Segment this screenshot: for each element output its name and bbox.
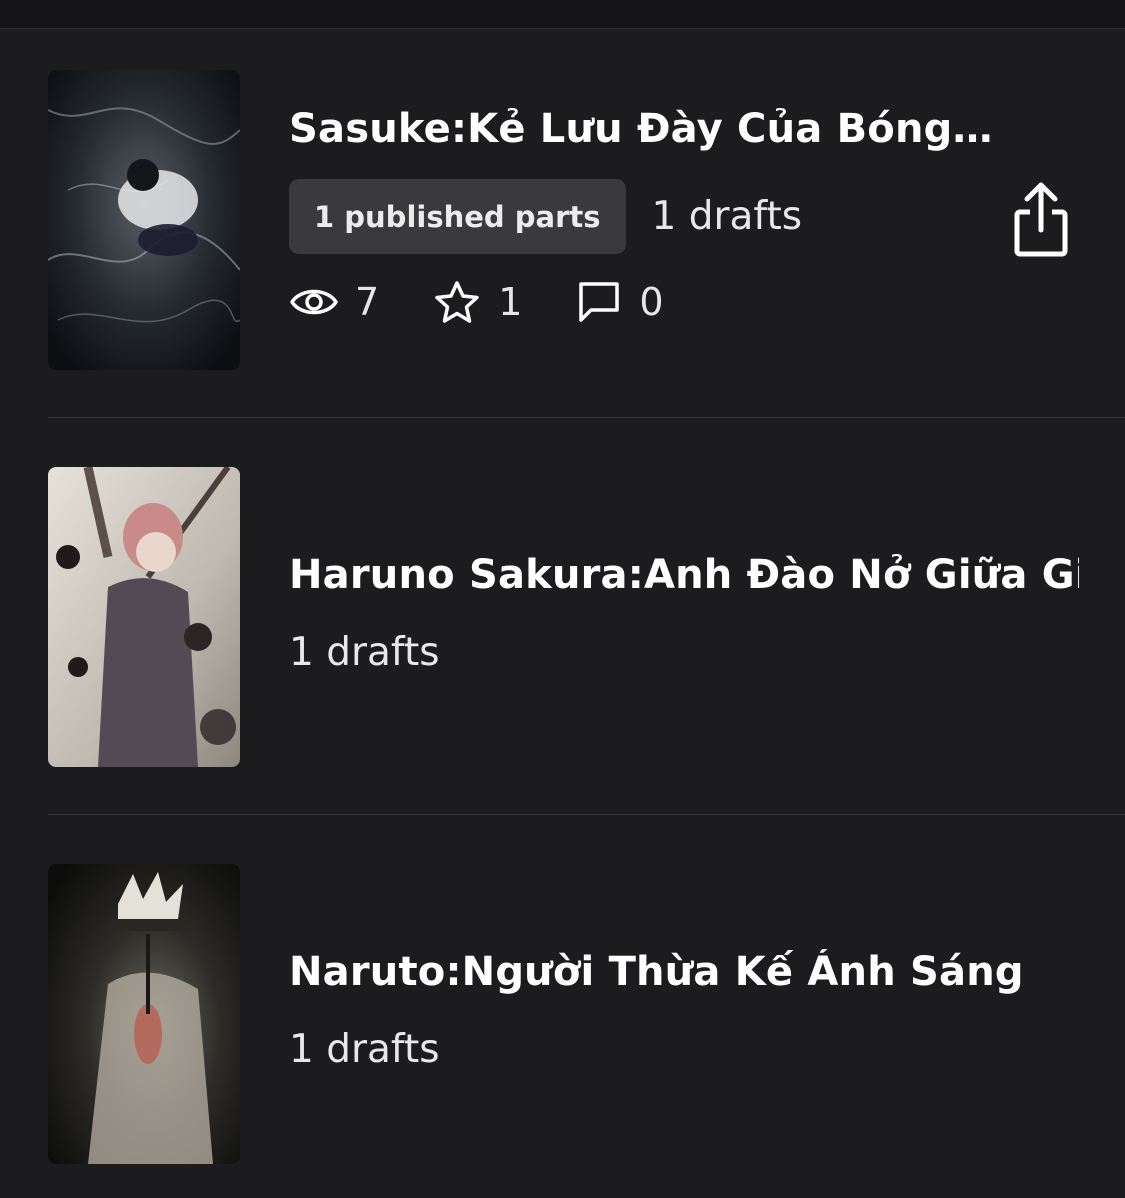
cover-image-naruto-back <box>48 864 240 1164</box>
comment-icon <box>579 282 620 322</box>
published-parts-badge: 1 published parts <box>289 179 626 254</box>
star-icon <box>435 281 479 323</box>
story-title[interactable]: Sasuke:Kẻ Lưu Đày Của Bóng… <box>289 106 1079 152</box>
comments-stat: 0 <box>577 280 664 324</box>
votes-count: 1 <box>498 280 523 324</box>
votes-stat: 1 <box>434 280 522 324</box>
divider <box>48 417 1125 418</box>
parts-row: 1 drafts <box>289 630 440 675</box>
story-cover-sakura[interactable] <box>48 467 240 767</box>
cover-image-dark-storm <box>48 70 240 370</box>
drafts-count: 1 drafts <box>651 194 803 239</box>
drafts-count: 1 drafts <box>289 1027 440 1072</box>
comments-count: 0 <box>639 280 664 324</box>
divider <box>48 814 1125 815</box>
story-title[interactable]: Naruto:Người Thừa Kế Ánh Sáng <box>289 949 1079 995</box>
views-stat: 7 <box>289 280 379 324</box>
drafts-count: 1 drafts <box>289 630 440 675</box>
story-cover-naruto[interactable] <box>48 864 240 1164</box>
eye-icon <box>290 289 338 315</box>
cover-image-sakura-fight <box>48 467 240 767</box>
stats-row: 7 1 0 <box>289 280 664 324</box>
story-cover-sasuke[interactable] <box>48 70 240 370</box>
top-bar <box>0 0 1125 29</box>
parts-row: 1 published parts 1 drafts <box>289 179 802 254</box>
views-count: 7 <box>355 280 380 324</box>
story-title[interactable]: Haruno Sakura:Anh Đào Nở Giữa Gi… <box>289 552 1079 598</box>
parts-row: 1 drafts <box>289 1027 440 1072</box>
share-icon[interactable] <box>1008 180 1074 260</box>
